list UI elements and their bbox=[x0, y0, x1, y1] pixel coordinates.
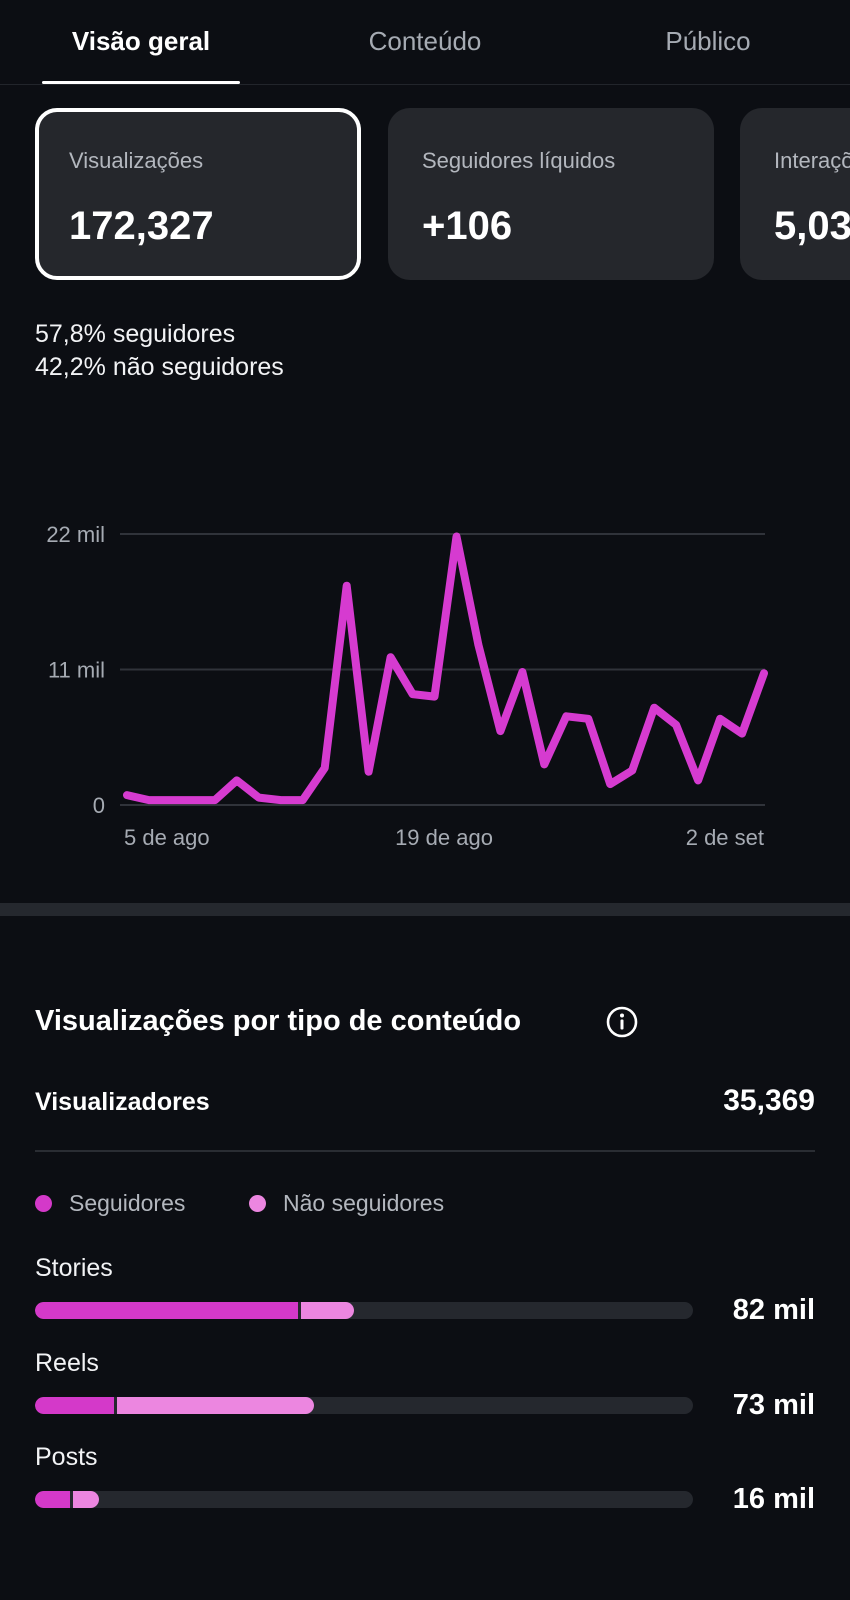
bar-segment-non-followers bbox=[117, 1397, 314, 1414]
bar-label-posts: Posts bbox=[35, 1443, 98, 1471]
y-tick-label: 0 bbox=[93, 793, 105, 818]
bar-segment-followers bbox=[35, 1397, 114, 1414]
bar-track-posts bbox=[35, 1491, 693, 1508]
metric-card-interactions[interactable]: Interações 5,03 bbox=[740, 108, 850, 280]
bar-track-reels bbox=[35, 1397, 693, 1414]
non-followers-share-label: não seguidores bbox=[112, 353, 284, 381]
metric-value: 5,03 bbox=[774, 204, 850, 248]
metric-card-views[interactable]: Visualizações 172,327 bbox=[35, 108, 361, 280]
legend-dot-followers bbox=[35, 1194, 52, 1212]
viewers-value: 35,369 bbox=[723, 1084, 815, 1117]
section-divider bbox=[0, 903, 850, 916]
tab-bar: Visão geral Conteúdo Público bbox=[0, 0, 850, 85]
legend-followers: Seguidores bbox=[35, 1188, 185, 1218]
legend-dot-non-followers bbox=[249, 1194, 266, 1212]
active-tab-indicator bbox=[42, 81, 240, 84]
metric-label: Visualizações bbox=[69, 148, 204, 173]
followers-share-label: seguidores bbox=[112, 320, 236, 348]
bar-value-posts: 16 mil bbox=[732, 1483, 815, 1515]
followers-share: 57,8% seguidores bbox=[35, 320, 235, 349]
x-tick-label: 5 de ago bbox=[124, 825, 210, 850]
legend-label: Não seguidores bbox=[283, 1189, 445, 1216]
followers-percent: 57,8% bbox=[35, 320, 106, 348]
bar-label-stories: Stories bbox=[35, 1254, 113, 1282]
legend-label: Seguidores bbox=[69, 1189, 186, 1216]
legend-non-followers: Não seguidores bbox=[249, 1188, 444, 1218]
metric-value: 172,327 bbox=[69, 204, 214, 248]
bar-segment-non-followers bbox=[301, 1302, 354, 1319]
bar-label-reels: Reels bbox=[35, 1349, 99, 1377]
y-tick-label: 22 mil bbox=[46, 522, 105, 547]
bar-value-reels: 73 mil bbox=[732, 1389, 815, 1421]
metric-label: Seguidores líquidos bbox=[422, 148, 616, 173]
bar-segment-followers bbox=[35, 1491, 70, 1508]
viewers-label: Visualizadores bbox=[35, 1088, 210, 1116]
tab-audience[interactable]: Público bbox=[608, 26, 808, 57]
non-followers-share: 42,2% não seguidores bbox=[35, 353, 284, 382]
tab-overview[interactable]: Visão geral bbox=[42, 26, 240, 57]
bar-track-stories bbox=[35, 1302, 693, 1319]
bar-value-stories: 82 mil bbox=[732, 1294, 815, 1326]
info-circle-icon[interactable] bbox=[606, 1006, 638, 1038]
divider bbox=[35, 1150, 815, 1152]
y-tick-label: 11 mil bbox=[48, 658, 105, 683]
metric-label: Interações bbox=[774, 148, 850, 173]
metric-card-net-followers[interactable]: Seguidores líquidos +106 bbox=[388, 108, 714, 280]
tab-content[interactable]: Conteúdo bbox=[325, 26, 525, 57]
views-series-line bbox=[123, 532, 768, 805]
views-line-chart[interactable]: 0 11 mil 22 mil 5 de ago 19 de ago 2 de set bbox=[0, 500, 850, 860]
x-tick-label: 2 de set bbox=[686, 825, 764, 850]
bar-segment-followers bbox=[35, 1302, 298, 1319]
bar-segment-non-followers bbox=[73, 1491, 99, 1508]
x-tick-label: 19 de ago bbox=[395, 825, 493, 850]
section-title: Visualizações por tipo de conteúdo bbox=[35, 1005, 522, 1037]
non-followers-percent: 42,2% bbox=[35, 353, 106, 381]
metric-value: +106 bbox=[422, 204, 513, 248]
